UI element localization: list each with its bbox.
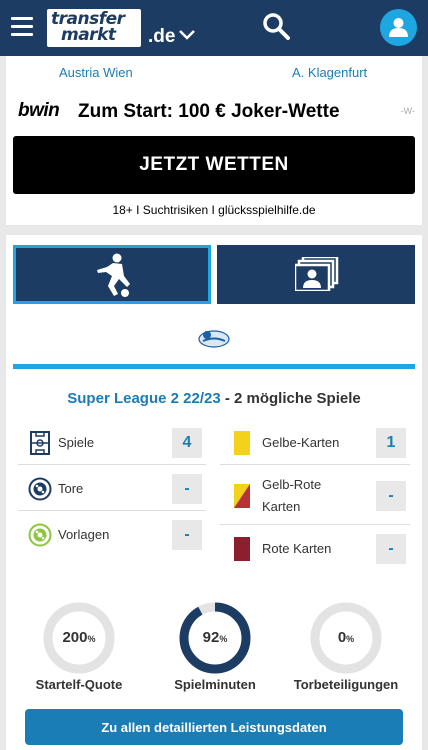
- promo-headline: Zum Start: 100 € Joker-Wette: [78, 101, 340, 122]
- home-team-link[interactable]: Austria Wien: [59, 65, 133, 80]
- football-player-icon: [97, 253, 130, 297]
- stat-value[interactable]: -: [172, 520, 202, 550]
- league-link[interactable]: Super League 2 22/23: [67, 390, 220, 407]
- stat-row-yellow-cards: Gelbe-Karten 1: [220, 421, 410, 465]
- stat-row-goals: Tore -: [18, 467, 206, 511]
- tab-profile[interactable]: [217, 245, 415, 304]
- transfermarkt-logo[interactable]: transfer markt: [47, 9, 141, 47]
- donut-label: Startelf-Quote: [35, 677, 123, 692]
- yellow-card-icon: [234, 430, 250, 455]
- chevron-down-icon[interactable]: [178, 26, 196, 44]
- betting-ad: Austria Wien A. Klagenfurt bwin Zum Star…: [6, 56, 422, 225]
- pitch-icon: [30, 430, 50, 455]
- domain-selector[interactable]: .de: [148, 26, 175, 48]
- section-divider: [13, 364, 415, 369]
- gambling-disclaimer: 18+ I Suchtrisiken I glücksspielhilfe.de: [112, 203, 316, 217]
- donut-goal-involvement: 0%: [309, 601, 383, 675]
- stat-row-appearances: Spiele 4: [18, 421, 206, 465]
- performance-card: Super League 2 22/23 - 2 mögliche Spiele…: [6, 235, 422, 750]
- football-icon: [28, 477, 52, 500]
- user-icon: [389, 18, 408, 37]
- stat-value[interactable]: 4: [172, 427, 202, 458]
- stat-value[interactable]: -: [376, 534, 406, 564]
- ad-marker: -W-: [400, 106, 415, 116]
- bet-now-button[interactable]: JETZT WETTEN: [13, 136, 415, 194]
- donut-starting-rate: 200%: [42, 601, 116, 675]
- donut-label: Spielminuten: [174, 677, 256, 692]
- yellow-red-card-icon: [234, 483, 250, 508]
- user-account-button[interactable]: [380, 9, 417, 46]
- donut-minutes: 92%: [178, 601, 252, 675]
- all-details-button[interactable]: Zu allen detaillierten Leistungsdaten: [25, 709, 403, 745]
- league-logo[interactable]: [198, 328, 230, 348]
- stat-value[interactable]: -: [376, 480, 406, 511]
- donut-label: Torbeteiligungen: [293, 677, 399, 692]
- stat-row-red-cards: Rote Karten -: [220, 527, 410, 571]
- search-icon[interactable]: [262, 12, 290, 40]
- stat-row-second-yellow: Gelb-Rote Karten -: [220, 467, 410, 525]
- assist-icon: [28, 523, 52, 547]
- stat-row-assists: Vorlagen -: [18, 513, 206, 557]
- tab-performance[interactable]: [13, 245, 211, 304]
- stat-value[interactable]: 1: [376, 427, 406, 458]
- away-team-link[interactable]: A. Klagenfurt: [292, 65, 367, 80]
- red-card-icon: [234, 537, 250, 561]
- season-heading: Super League 2 22/23 - 2 mögliche Spiele: [67, 390, 361, 407]
- bwin-logo: bwin: [18, 100, 60, 121]
- menu-icon[interactable]: [11, 17, 33, 37]
- profile-cards-icon: [295, 257, 339, 291]
- top-header: transfer markt .de: [0, 0, 428, 56]
- stat-value[interactable]: -: [172, 473, 202, 504]
